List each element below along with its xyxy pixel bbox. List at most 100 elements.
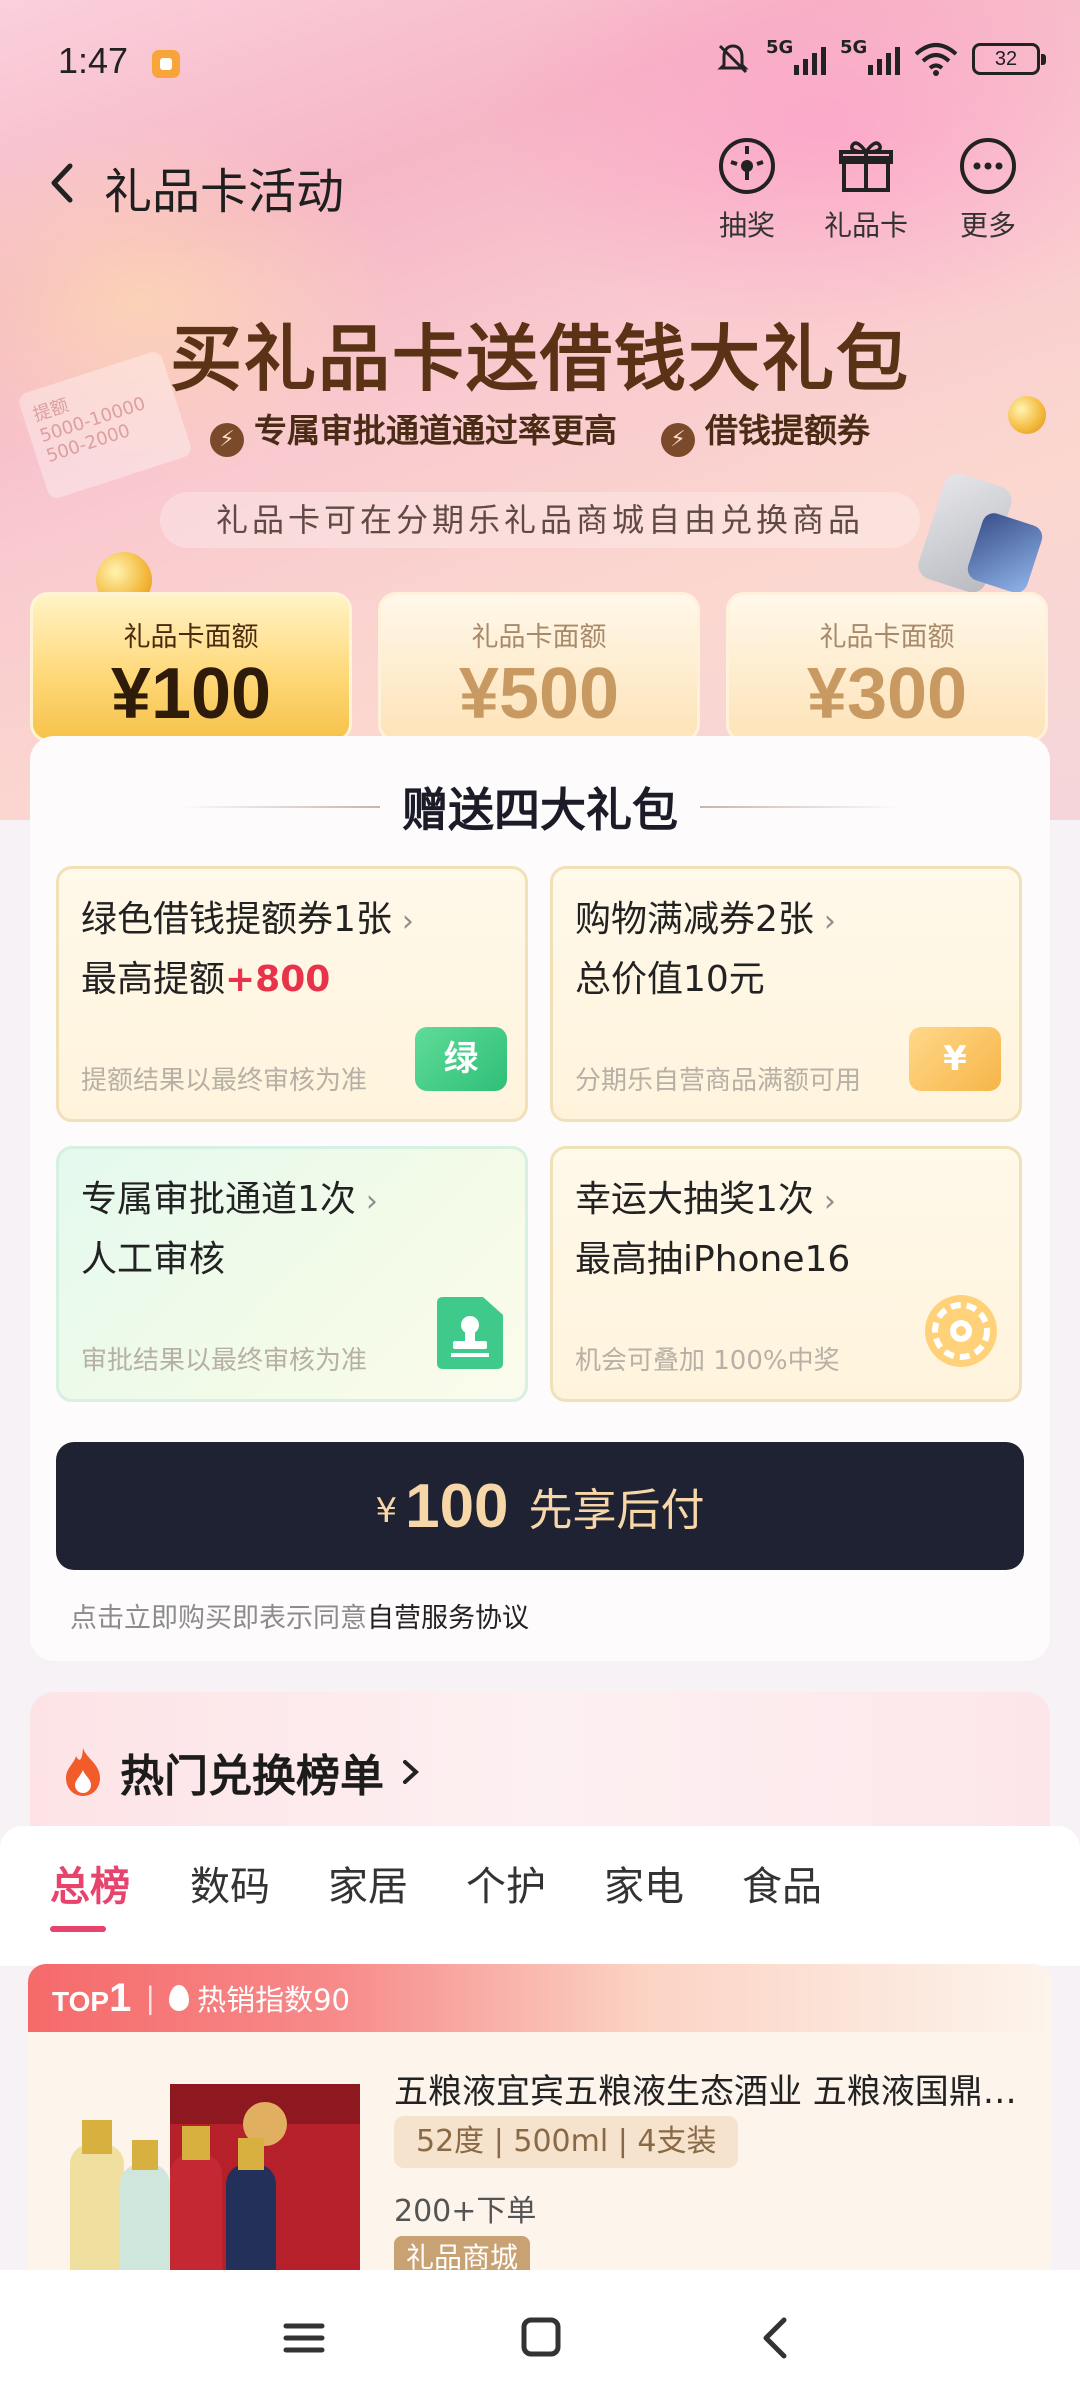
package-title: 专属审批通道1次 xyxy=(81,1179,356,1220)
pay-currency: ¥ xyxy=(375,1491,398,1531)
amount-label: 礼品卡面额 xyxy=(819,622,955,653)
green-ticket-icon: 绿 xyxy=(415,1027,507,1091)
pay-text: 先享后付 xyxy=(528,1485,705,1536)
back-arrow-icon xyxy=(51,163,73,203)
rank-label: TOP1 xyxy=(52,1976,131,2021)
hero-note: 礼品卡可在分期乐礼品商城自由兑换商品 xyxy=(160,492,920,548)
menu-icon[interactable] xyxy=(274,2310,334,2366)
back-icon[interactable] xyxy=(746,2310,806,2366)
pay-amount: 100 xyxy=(405,1471,509,1541)
hero-benefit-2-text: 借钱提额券 xyxy=(705,411,870,450)
product-rank-bar: TOP1 | 热销指数90 xyxy=(28,1964,1052,2032)
yuan-ticket-text: ¥ xyxy=(943,1039,967,1079)
package-title: 绿色借钱提额券1张 xyxy=(81,899,392,940)
package-note: 审批结果以最终审核为准 xyxy=(81,1346,368,1376)
hero-subtitle: ⚡ 专属审批通道通过率更高 ⚡ 借钱提额券 xyxy=(0,404,1080,457)
green-ticket-text: 绿 xyxy=(444,1039,478,1079)
buy-now-button[interactable]: ¥ 100 先享后付 xyxy=(56,1442,1024,1570)
more-label: 更多 xyxy=(959,209,1016,242)
amount-value: ¥500 xyxy=(458,654,620,734)
lottery-button[interactable]: 抽奖 xyxy=(697,136,797,244)
tab-home[interactable]: 家居 xyxy=(328,1854,408,1912)
hero-benefit-1: ⚡ 专属审批通道通过率更高 xyxy=(210,404,617,457)
system-navigation-bar xyxy=(0,2270,1080,2400)
mute-bell-icon xyxy=(717,44,749,74)
more-button[interactable]: 更多 xyxy=(938,136,1038,244)
package-detail: 人工审核 xyxy=(81,1239,226,1280)
package-highlight: +800 xyxy=(225,959,331,1000)
yuan-ticket-icon: ¥ xyxy=(909,1027,1001,1091)
amount-value: ¥300 xyxy=(806,654,968,734)
signal-icon: 5G xyxy=(840,37,900,75)
tab-food[interactable]: 食品 xyxy=(742,1854,822,1912)
tab-overall[interactable]: 总榜 xyxy=(50,1854,130,1912)
category-tabs: 总榜 数码 家居 个护 家电 食品 xyxy=(0,1826,1080,1966)
page-title: 礼品卡活动 xyxy=(104,164,345,220)
product-spec: 52度 | 500ml | 4支装 xyxy=(394,2116,739,2168)
lightning-icon: ⚡ xyxy=(210,423,244,457)
amount-option-100[interactable]: 礼品卡面额 ¥100 xyxy=(30,592,352,742)
lottery-label: 抽奖 xyxy=(718,209,775,242)
product-card[interactable]: TOP1 | 热销指数90 五粮液宜宾五粮液生态酒业 五粮液国鼎… 52度 | … xyxy=(28,1964,1052,2284)
amount-option-300[interactable]: 礼品卡面额 ¥300 xyxy=(726,592,1048,742)
package-title: 购物满减券2张 xyxy=(575,899,814,940)
chevron-right-icon xyxy=(403,1760,419,1784)
package-shopping-coupon[interactable]: 购物满减券2张 › 总价值10元 分期乐自营商品满额可用 ¥ xyxy=(550,866,1022,1122)
hero-benefit-1-text: 专属审批通道通过率更高 xyxy=(254,411,617,450)
package-note: 机会可叠加 100%中奖 xyxy=(575,1346,840,1376)
amount-value: ¥100 xyxy=(110,654,272,734)
hot-ranking-title[interactable]: 热门兑换榜单 xyxy=(60,1740,426,1804)
hot-drop-icon xyxy=(169,1985,190,2011)
package-credit-ticket[interactable]: 绿色借钱提额券1张 › 最高提额+800 提额结果以最终审核为准 绿 xyxy=(56,866,528,1122)
agreement-text: 点击立即购买即表示同意自营服务协议 xyxy=(70,1596,529,1635)
divider: | xyxy=(145,1981,156,2015)
package-approval-channel[interactable]: 专属审批通道1次 › 人工审核 审批结果以最终审核为准 xyxy=(56,1146,528,1402)
package-lucky-draw[interactable]: 幸运大抽奖1次 › 最高抽iPhone16 机会可叠加 100%中奖 xyxy=(550,1146,1022,1402)
chevron-right-icon: › xyxy=(365,1184,378,1219)
chevron-right-icon: › xyxy=(823,904,836,939)
gift-card-label: 礼品卡 xyxy=(823,209,908,242)
hero-benefit-2: ⚡ 借钱提额券 xyxy=(661,404,870,457)
hero-title: 买礼品卡送借钱大礼包 xyxy=(169,317,910,401)
gift-box-icon xyxy=(839,141,893,192)
lottery-dial-icon xyxy=(719,138,775,194)
home-icon[interactable] xyxy=(510,2310,570,2366)
gift-card-button[interactable]: 礼品卡 xyxy=(816,136,916,244)
hot-index: 热销指数90 xyxy=(197,1983,350,2017)
phones-illustration xyxy=(914,469,1050,597)
network-type-1: 5G xyxy=(766,37,794,58)
wifi-icon xyxy=(914,43,958,76)
rank-word: TOP xyxy=(52,1985,110,2017)
amount-option-500[interactable]: 礼品卡面额 ¥500 xyxy=(378,592,700,742)
signal-icon: 5G xyxy=(766,37,826,75)
package-title: 幸运大抽奖1次 xyxy=(575,1179,814,1220)
gift-heading: 赠送四大礼包 xyxy=(402,783,678,837)
back-button[interactable] xyxy=(40,150,84,216)
package-detail: 总价值10元 xyxy=(575,959,765,1000)
status-bar: 1:47 5G 5G 32 xyxy=(0,0,1080,120)
gift-package-card: 赠送四大礼包 绿色借钱提额券1张 › 最高提额+800 提额结果以最终审核为准 绿… xyxy=(30,736,1050,1661)
product-image xyxy=(70,2084,360,2284)
tab-personal-care[interactable]: 个护 xyxy=(466,1854,546,1912)
agreement-prefix: 点击立即购买即表示同意 xyxy=(70,1603,367,1634)
flame-icon xyxy=(66,1748,100,1796)
chevron-right-icon: › xyxy=(823,1184,836,1219)
hot-ranking-title-text: 热门兑换榜单 xyxy=(120,1751,384,1802)
approval-stamp-icon xyxy=(437,1297,503,1369)
network-type-2: 5G xyxy=(840,37,868,58)
tab-digital[interactable]: 数码 xyxy=(190,1854,270,1912)
tab-appliances[interactable]: 家电 xyxy=(604,1854,684,1912)
package-detail: 最高提额 xyxy=(81,959,226,1000)
app-notification-icon xyxy=(152,50,180,78)
lucky-wheel-icon xyxy=(925,1295,997,1367)
package-note: 提额结果以最终审核为准 xyxy=(81,1066,368,1096)
package-note: 分期乐自营商品满额可用 xyxy=(575,1066,862,1096)
rank-number: 1 xyxy=(109,1975,132,2020)
product-name: 五粮液宜宾五粮液生态酒业 五粮液国鼎… xyxy=(394,2072,1017,2112)
product-sold-count: 200+下单 xyxy=(394,2194,537,2229)
status-time: 1:47 xyxy=(58,40,129,81)
battery-icon: 32 xyxy=(972,43,1046,75)
package-detail: 最高抽iPhone16 xyxy=(575,1239,851,1280)
service-agreement-link[interactable]: 自营服务协议 xyxy=(367,1603,529,1634)
amount-label: 礼品卡面额 xyxy=(471,622,607,653)
